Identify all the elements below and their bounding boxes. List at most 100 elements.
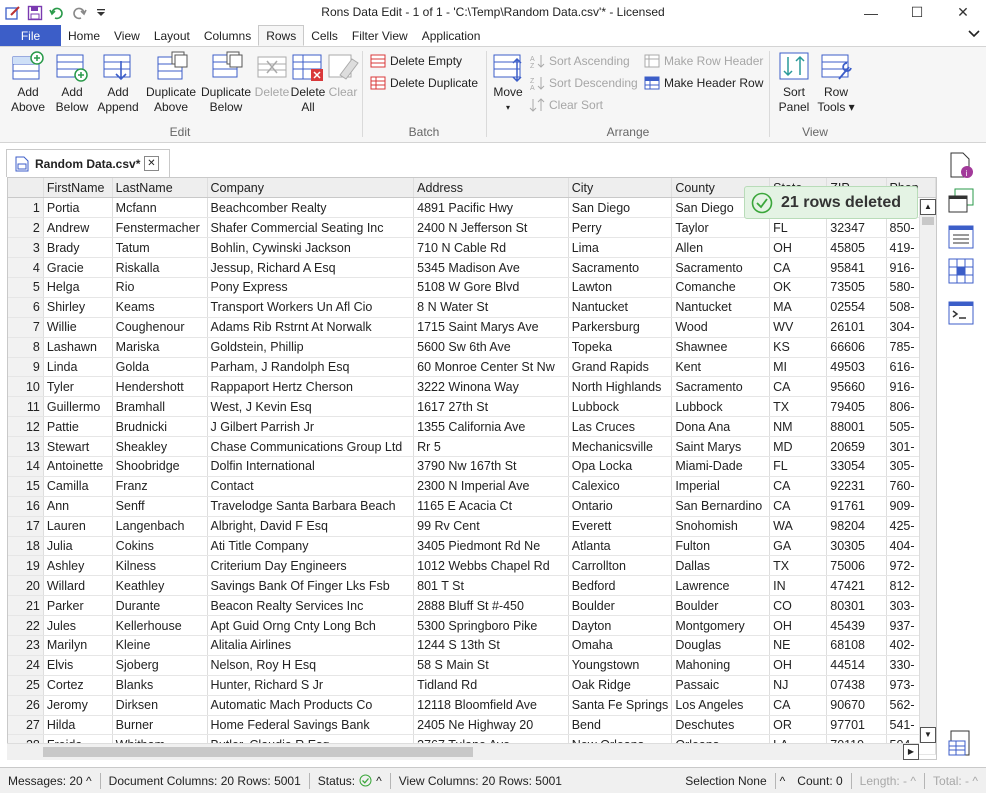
grid-cell[interactable]: Perry xyxy=(568,217,673,239)
grid-cell[interactable]: Tyler xyxy=(43,376,113,398)
grid-cell[interactable]: North Highlands xyxy=(568,376,673,398)
make-row-header-button[interactable]: Make Row Header xyxy=(644,51,763,71)
grid-cell[interactable]: Golda xyxy=(112,357,208,378)
grid-cell[interactable]: 1012 Webbs Chapel Rd xyxy=(413,555,569,577)
grid-cell[interactable]: 26101 xyxy=(826,317,887,338)
grid-cell[interactable]: Adams Rib Rstrnt At Norwalk xyxy=(207,317,415,338)
grid-cell[interactable]: Mechanicsville xyxy=(568,436,673,457)
grid-cell[interactable]: Kleine xyxy=(112,635,208,656)
table-row[interactable]: 16 Ann Senff Travelodge Santa Barbara Beach… xyxy=(8,496,936,517)
grid-cell[interactable]: Atlanta xyxy=(568,536,673,557)
grid-cell[interactable]: Tatum xyxy=(112,237,208,259)
grid-cell[interactable]: Ashley xyxy=(43,555,113,577)
grid-cell[interactable]: Goldstein, Phillip xyxy=(207,337,415,358)
move-button[interactable]: Move ▾ xyxy=(490,51,526,115)
table-row[interactable]: 20 Willard Keathley Savings Bank Of Finger … xyxy=(8,575,936,597)
grid-cell[interactable]: 95841 xyxy=(826,257,887,278)
grid-cell[interactable]: Fulton xyxy=(671,536,771,557)
grid-cell[interactable]: San Diego xyxy=(568,197,673,219)
grid-cell[interactable]: Jules xyxy=(43,615,113,636)
total-status[interactable]: Total: - ^ xyxy=(925,774,986,788)
grid-cell[interactable]: 1355 California Ave xyxy=(413,416,569,438)
grid-cell[interactable]: Nelson, Roy H Esq xyxy=(207,655,415,676)
grid-cell[interactable]: 99 Rv Cent xyxy=(413,516,569,537)
grid-cell[interactable]: Bohlin, Cywinski Jackson xyxy=(207,237,415,259)
grid-cell[interactable]: J Gilbert Parrish Jr xyxy=(207,416,415,438)
grid-cell[interactable]: Rio xyxy=(112,277,208,298)
close-button[interactable]: ✕ xyxy=(940,0,986,25)
grid-cell[interactable]: 45805 xyxy=(826,237,887,259)
grid-cell[interactable]: 49503 xyxy=(826,357,887,378)
grid-cell[interactable]: Dirksen xyxy=(112,695,208,716)
grid-cell[interactable]: Las Cruces xyxy=(568,416,673,438)
table-row[interactable]: 21 Parker Durante Beacon Realty Services In… xyxy=(8,595,936,617)
row-number[interactable]: 27 xyxy=(8,715,44,736)
grid-cell[interactable]: Sacramento xyxy=(568,257,673,278)
table-row[interactable]: 27 Hilda Burner Home Federal Savings Bank 24… xyxy=(8,715,936,736)
grid-cell[interactable]: Topeka xyxy=(568,337,673,358)
grid-cell[interactable]: Bedford xyxy=(568,575,673,597)
grid-cell[interactable]: Imperial xyxy=(671,476,771,497)
grid-cell[interactable]: Pattie xyxy=(43,416,113,438)
grid-cell[interactable]: MA xyxy=(769,297,828,318)
grid-cell[interactable]: Lawton xyxy=(568,277,673,298)
minimize-button[interactable]: — xyxy=(848,0,894,25)
grid-cell[interactable]: 801 T St xyxy=(413,575,569,597)
row-number[interactable]: 15 xyxy=(8,476,44,497)
grid-cell[interactable]: TX xyxy=(769,555,828,577)
grid-cell[interactable]: 2405 Ne Highway 20 xyxy=(413,715,569,736)
grid-cell[interactable]: Hunter, Richard S Jr xyxy=(207,675,415,696)
grid-cell[interactable]: 68108 xyxy=(826,635,887,656)
column-header[interactable]: Address xyxy=(413,178,569,199)
make-header-row-button[interactable]: Make Header Row xyxy=(644,73,763,93)
grid-cell[interactable]: Guillermo xyxy=(43,396,113,418)
table-row[interactable]: 2 Andrew Fenstermacher Shafer Commercial Se… xyxy=(8,217,936,239)
grid-cell[interactable]: 44514 xyxy=(826,655,887,676)
grid-cell[interactable]: Lubbock xyxy=(568,396,673,418)
grid-cell[interactable]: IN xyxy=(769,575,828,597)
row-number[interactable]: 22 xyxy=(8,615,44,636)
grid-cell[interactable]: 60 Monroe Center St Nw xyxy=(413,357,569,378)
grid-cell[interactable]: Savings Bank Of Finger Lks Fsb xyxy=(207,575,415,597)
grid-cell[interactable]: Sjoberg xyxy=(112,655,208,676)
grid-cell[interactable]: Alitalia Airlines xyxy=(207,635,415,656)
grid-cell[interactable]: OR xyxy=(769,715,828,736)
grid-cell[interactable]: 1165 E Acacia Ct xyxy=(413,496,569,517)
table-row[interactable]: 10 Tyler Hendershott Rappaport Hertz Cherso… xyxy=(8,376,936,398)
grid-cell[interactable]: Nantucket xyxy=(568,297,673,318)
document-info-icon[interactable]: i xyxy=(947,151,975,179)
grid-cell[interactable]: Gracie xyxy=(43,257,113,278)
grid-cell[interactable]: Mariska xyxy=(112,337,208,358)
grid-cell[interactable]: 1617 27th St xyxy=(413,396,569,418)
grid-cell[interactable]: Parkersburg xyxy=(568,317,673,338)
sort-descending-button[interactable]: ZA Sort Descending xyxy=(529,73,638,93)
grid-cell[interactable]: 79405 xyxy=(826,396,887,418)
grid-cell[interactable]: Lashawn xyxy=(43,337,113,358)
grid-cell[interactable]: Youngstown xyxy=(568,655,673,676)
grid-cell[interactable]: 5345 Madison Ave xyxy=(413,257,569,278)
row-number[interactable]: 18 xyxy=(8,536,44,557)
row-number[interactable]: 10 xyxy=(8,376,44,398)
sort-ascending-button[interactable]: AZ Sort Ascending xyxy=(529,51,630,71)
grid-cell[interactable]: Julia xyxy=(43,536,113,557)
grid-cell[interactable]: 2400 N Jefferson St xyxy=(413,217,569,239)
table-row[interactable]: 23 Marilyn Kleine Alitalia Airlines 1244 S 1… xyxy=(8,635,936,656)
collapse-ribbon-icon[interactable] xyxy=(968,27,980,42)
grid-cell[interactable]: Montgomery xyxy=(671,615,771,636)
data-grid[interactable]: FirstName LastName Company Address City Count… xyxy=(7,177,937,760)
grid-cell[interactable]: Ati Title Company xyxy=(207,536,415,557)
grid-cell[interactable]: Marilyn xyxy=(43,635,113,656)
grid-cell[interactable]: 33054 xyxy=(826,456,887,477)
column-header[interactable]: FirstName xyxy=(43,178,113,199)
row-number[interactable]: 21 xyxy=(8,595,44,617)
grid-cell[interactable]: Parham, J Randolph Esq xyxy=(207,357,415,378)
grid-cell[interactable]: Andrew xyxy=(43,217,113,239)
delete-duplicate-button[interactable]: Delete Duplicate xyxy=(370,73,478,93)
grid-cell[interactable]: Dolfin International xyxy=(207,456,415,477)
grid-cell[interactable]: 66606 xyxy=(826,337,887,358)
close-document-icon[interactable]: ✕ xyxy=(144,156,159,171)
grid-cell[interactable]: Automatic Mach Products Co xyxy=(207,695,415,716)
table-row[interactable]: 9 Linda Golda Parham, J Randolph Esq 60 Monr… xyxy=(8,357,936,378)
grid-cell[interactable]: Tidland Rd xyxy=(413,675,569,696)
console-icon[interactable] xyxy=(947,299,975,327)
